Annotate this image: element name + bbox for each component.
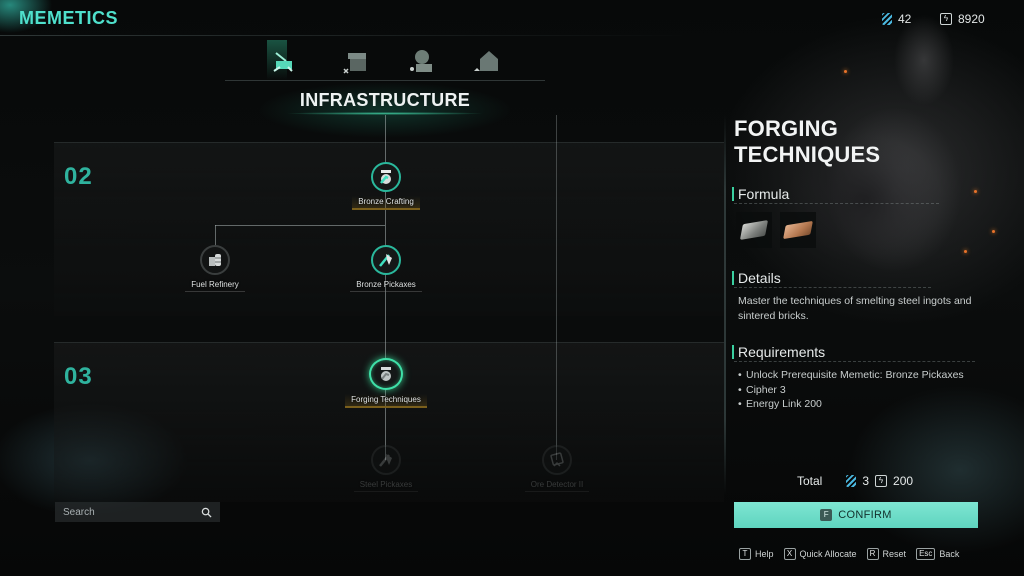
energy-link-icon: ϟ xyxy=(875,475,888,487)
hint-label: Quick Allocate xyxy=(799,549,857,559)
tier-number: 03 xyxy=(64,363,93,390)
formula-heading: Formula xyxy=(732,187,941,204)
detector-icon xyxy=(550,452,564,467)
pickaxe-icon xyxy=(379,454,392,467)
crucible-icon xyxy=(381,367,391,381)
node-label: Forging Techniques xyxy=(345,394,427,408)
total-label: Total xyxy=(797,474,823,488)
search-input[interactable]: Search xyxy=(55,502,220,522)
detail-title-line1: FORGING xyxy=(734,116,839,141)
divider xyxy=(0,35,700,36)
fuel-barrel-icon xyxy=(209,254,221,266)
node-ring xyxy=(371,445,401,475)
node-label: Steel Pickaxes xyxy=(353,479,419,492)
requirement-item: Cipher 3 xyxy=(738,383,968,398)
formula-items xyxy=(736,212,816,248)
total-cost: Total 3 ϟ 200 xyxy=(797,474,913,488)
node-steel-pickaxes[interactable]: Steel Pickaxes xyxy=(331,445,441,495)
details-heading: Details xyxy=(732,271,930,288)
section-title: INFRASTRUCTURE xyxy=(299,90,471,110)
tabs-divider xyxy=(225,80,545,81)
node-forging-techniques[interactable]: Forging Techniques xyxy=(331,358,441,408)
workbench-icon xyxy=(343,53,366,74)
total-energy-link: 200 xyxy=(893,474,914,488)
drill-icon xyxy=(273,52,293,72)
tree-connector xyxy=(215,225,385,226)
node-ore-detector-ii[interactable]: Ore Detector II xyxy=(502,445,612,495)
energy-link-icon: ϟ xyxy=(940,13,952,25)
node-ring xyxy=(371,162,401,192)
requirements-list: Unlock Prerequisite Memetic: Bronze Pick… xyxy=(738,368,968,412)
total-cipher: 3 xyxy=(862,474,870,488)
crucible-icon xyxy=(380,170,391,184)
formula-item-sintered-brick[interactable] xyxy=(780,212,816,248)
key-cap: T xyxy=(739,548,751,560)
tab-infrastructure[interactable] xyxy=(269,44,299,78)
node-bronze-pickaxes[interactable]: Bronze Pickaxes xyxy=(331,245,441,295)
key-cap: R xyxy=(866,548,879,560)
detail-title-line2: TECHNIQUES xyxy=(734,142,881,167)
requirement-item: Unlock Prerequisite Memetic: Bronze Pick… xyxy=(738,368,968,383)
hint-back[interactable]: Esc Back xyxy=(916,548,959,560)
search-icon[interactable] xyxy=(201,507,212,518)
node-label: Bronze Crafting xyxy=(352,196,420,210)
top-bar: MEMETICS 42 ϟ 8920 xyxy=(0,0,1024,36)
search-placeholder: Search xyxy=(63,506,95,518)
requirement-item: Energy Link 200 xyxy=(738,397,968,412)
tab-workshop[interactable] xyxy=(341,44,371,78)
hint-reset[interactable]: R Reset xyxy=(866,548,907,560)
node-fuel-refinery[interactable]: Fuel Refinery xyxy=(160,245,270,295)
hint-label: Back xyxy=(939,549,960,559)
hint-quick-allocate[interactable]: X Quick Allocate xyxy=(783,548,857,560)
node-label: Bronze Pickaxes xyxy=(350,279,422,292)
cipher-icon xyxy=(846,475,857,487)
sintered-brick-icon xyxy=(783,220,813,240)
node-label: Fuel Refinery xyxy=(185,279,245,292)
energy-link-currency: ϟ 8920 xyxy=(940,12,985,26)
node-label: Ore Detector II xyxy=(524,479,590,492)
detail-title: FORGING TECHNIQUES xyxy=(734,116,880,168)
key-hints: T Help X Quick Allocate R Reset Esc Back xyxy=(739,548,959,560)
node-ring xyxy=(542,445,572,475)
app-title: MEMETICS xyxy=(19,8,119,28)
requirements-heading: Requirements xyxy=(732,345,976,362)
tree-connector xyxy=(215,225,216,247)
details-text: Master the techniques of smelting steel … xyxy=(738,295,972,322)
tree-connector xyxy=(556,115,557,460)
formula-item-steel-ingot[interactable] xyxy=(736,212,772,248)
node-ring xyxy=(369,358,403,390)
plant-icon xyxy=(410,50,432,72)
tier-number: 02 xyxy=(64,163,93,190)
hint-label: Reset xyxy=(882,549,907,559)
confirm-label: CONFIRM xyxy=(838,509,892,521)
tab-housing[interactable] xyxy=(471,44,501,78)
cipher-count: 42 xyxy=(898,12,912,26)
node-ring xyxy=(371,245,401,275)
confirm-key: F xyxy=(820,509,833,521)
steel-ingot-icon xyxy=(739,220,769,240)
cipher-currency: 42 xyxy=(882,12,911,26)
hint-label: Help xyxy=(755,549,774,559)
tab-farming[interactable] xyxy=(405,44,435,78)
energy-link-count: 8920 xyxy=(958,12,985,26)
pickaxe-icon xyxy=(379,254,392,267)
key-cap: X xyxy=(783,548,796,560)
category-tabs xyxy=(255,40,545,84)
hint-help[interactable]: T Help xyxy=(739,548,774,560)
confirm-button[interactable]: F CONFIRM xyxy=(734,502,978,528)
node-ring xyxy=(200,245,230,275)
cipher-icon xyxy=(882,13,892,25)
house-icon xyxy=(474,51,498,71)
node-bronze-crafting[interactable]: Bronze Crafting xyxy=(331,162,441,212)
key-cap: Esc xyxy=(916,548,936,560)
detail-panel-rule xyxy=(724,115,726,495)
